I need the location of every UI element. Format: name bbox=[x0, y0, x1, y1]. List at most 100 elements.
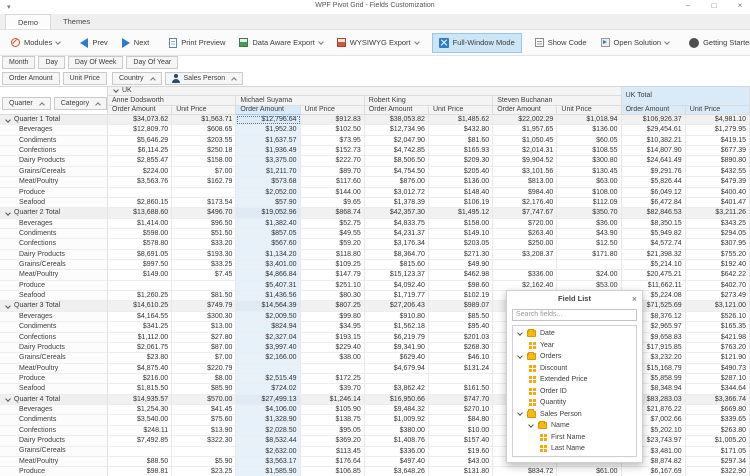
pivot-cell[interactable]: $807.25 bbox=[301, 301, 365, 311]
pivot-cell[interactable]: $165.93 bbox=[429, 146, 493, 156]
pivot-cell[interactable]: $21,398.32 bbox=[622, 250, 686, 260]
pivot-cell[interactable] bbox=[108, 188, 172, 198]
row-header-quarter-1-total[interactable]: Quarter 1 Total bbox=[0, 115, 108, 125]
row-header-quarter-4-total[interactable]: Quarter 4 Total bbox=[0, 395, 108, 405]
pivot-cell[interactable]: $868.74 bbox=[301, 208, 365, 218]
pivot-cell[interactable]: $287.10 bbox=[686, 374, 750, 384]
group-header-uk-total[interactable]: UK Total bbox=[622, 87, 750, 106]
pivot-cell[interactable]: $3,401.00 bbox=[236, 260, 300, 270]
row-header-meat-poultry[interactable]: Meat/Poultry bbox=[0, 457, 108, 467]
pivot-cell[interactable]: $152.73 bbox=[301, 146, 365, 156]
pivot-cell[interactable]: $336.00 bbox=[493, 270, 557, 280]
pivot-cell[interactable]: $158.00 bbox=[172, 156, 236, 166]
tree-node-quantity[interactable]: Quantity bbox=[513, 397, 636, 409]
pivot-cell[interactable]: $1,436.56 bbox=[236, 291, 300, 301]
pivot-cell[interactable]: $105.90 bbox=[301, 405, 365, 415]
pivot-cell[interactable]: $192.40 bbox=[686, 260, 750, 270]
pivot-cell[interactable]: $4,742.85 bbox=[365, 146, 429, 156]
pivot-cell[interactable]: $642.22 bbox=[686, 270, 750, 280]
pivot-cell[interactable]: $341.25 bbox=[108, 322, 172, 332]
pivot-cell[interactable]: $3,012.72 bbox=[365, 188, 429, 198]
pivot-cell[interactable]: $890.80 bbox=[686, 156, 750, 166]
measure-header-unit-price[interactable]: Unit Price bbox=[172, 106, 236, 115]
pivot-cell[interactable]: $121.90 bbox=[686, 353, 750, 363]
row-header-dairy-products[interactable]: Dairy Products bbox=[0, 343, 108, 353]
pivot-cell[interactable]: $16,950.66 bbox=[365, 395, 429, 405]
pivot-cell[interactable]: $402.70 bbox=[686, 281, 750, 291]
data-field-order-amount[interactable]: Order Amount bbox=[2, 72, 60, 85]
pivot-cell[interactable]: $136.00 bbox=[557, 125, 621, 135]
pivot-cell[interactable]: $9.65 bbox=[301, 198, 365, 208]
pivot-cell[interactable]: $567.60 bbox=[236, 239, 300, 249]
row-header-produce[interactable]: Produce bbox=[0, 374, 108, 384]
pivot-cell[interactable] bbox=[301, 364, 365, 374]
row-header-produce[interactable]: Produce bbox=[0, 467, 108, 476]
pivot-cell[interactable]: $131.24 bbox=[429, 364, 493, 374]
person-header-michael-suyama[interactable]: Michael Suyama bbox=[236, 96, 364, 106]
pivot-cell[interactable]: $224.00 bbox=[108, 167, 172, 177]
pivot-cell[interactable]: $4,754.50 bbox=[365, 167, 429, 177]
pivot-cell[interactable]: $96.50 bbox=[172, 219, 236, 229]
pivot-cell[interactable]: $8,532.44 bbox=[236, 436, 300, 446]
tree-node-last-name[interactable]: Last Name bbox=[513, 443, 636, 455]
pivot-cell[interactable]: $3,997.40 bbox=[236, 343, 300, 353]
pivot-cell[interactable]: $5.90 bbox=[172, 457, 236, 467]
data-field-unit-price[interactable]: Unit Price bbox=[63, 72, 107, 85]
pivot-cell[interactable]: $229.40 bbox=[301, 343, 365, 353]
row-header-dairy-products[interactable]: Dairy Products bbox=[0, 436, 108, 446]
pivot-cell[interactable]: $6,219.79 bbox=[365, 333, 429, 343]
pivot-cell[interactable]: $3,208.37 bbox=[493, 250, 557, 260]
pivot-cell[interactable]: $4,572.74 bbox=[622, 239, 686, 249]
pivot-cell[interactable]: $209.30 bbox=[429, 156, 493, 166]
pivot-cell[interactable]: $4,164.55 bbox=[108, 312, 172, 322]
pivot-cell[interactable]: $3,563.17 bbox=[236, 457, 300, 467]
pivot-cell[interactable]: $9,341.90 bbox=[365, 343, 429, 353]
pivot-cell[interactable]: $307.95 bbox=[686, 239, 750, 249]
pivot-cell[interactable]: $14,610.25 bbox=[108, 301, 172, 311]
pivot-cell[interactable]: $912.83 bbox=[301, 115, 365, 125]
pivot-cell[interactable]: $8,691.05 bbox=[108, 250, 172, 260]
column-field-country[interactable]: Country bbox=[112, 72, 162, 85]
pivot-cell[interactable]: $336.00 bbox=[365, 447, 429, 457]
pivot-cell[interactable]: $109.25 bbox=[301, 260, 365, 270]
pivot-cell[interactable]: $343.25 bbox=[686, 219, 750, 229]
pivot-cell[interactable]: $419.15 bbox=[686, 136, 750, 146]
row-header-seafood[interactable]: Seafood bbox=[0, 198, 108, 208]
pivot-cell[interactable]: $24.00 bbox=[557, 270, 621, 280]
pivot-cell[interactable]: $14,807.90 bbox=[622, 146, 686, 156]
pivot-cell[interactable]: $176.64 bbox=[301, 457, 365, 467]
pivot-cell[interactable]: $720.00 bbox=[493, 219, 557, 229]
pivot-cell[interactable]: $52.75 bbox=[301, 219, 365, 229]
measure-header-unit-price[interactable]: Unit Price bbox=[557, 106, 621, 115]
pivot-cell[interactable]: $216.00 bbox=[108, 374, 172, 384]
person-header-robert-king[interactable]: Robert King bbox=[365, 96, 493, 106]
close-icon[interactable]: × bbox=[632, 293, 637, 305]
pivot-cell[interactable]: $1,112.00 bbox=[108, 333, 172, 343]
pivot-cell[interactable]: $8,350.15 bbox=[622, 219, 686, 229]
pivot-cell[interactable]: $8,506.50 bbox=[365, 156, 429, 166]
toolbar-button-next[interactable]: Next bbox=[115, 33, 156, 53]
row-header-confections[interactable]: Confections bbox=[0, 239, 108, 249]
pivot-cell[interactable]: $997.50 bbox=[108, 260, 172, 270]
pivot-cell[interactable]: $43.00 bbox=[429, 457, 493, 467]
pivot-cell[interactable]: $1,562.18 bbox=[365, 322, 429, 332]
toolbar-button-modules[interactable]: Modules bbox=[4, 33, 67, 53]
measure-header-unit-price[interactable]: Unit Price bbox=[429, 106, 493, 115]
pivot-cell[interactable]: $749.79 bbox=[172, 301, 236, 311]
row-header-grains-cereals[interactable]: Grains/Cereals bbox=[0, 353, 108, 363]
pivot-cell[interactable]: $263.40 bbox=[493, 229, 557, 239]
tab-themes[interactable]: Themes bbox=[51, 14, 102, 29]
pivot-cell[interactable] bbox=[365, 374, 429, 384]
pivot-cell[interactable]: $10,382.21 bbox=[622, 136, 686, 146]
pivot-cell[interactable]: $1,495.12 bbox=[429, 208, 493, 218]
tree-node-first-name[interactable]: First Name bbox=[513, 432, 636, 444]
pivot-cell[interactable]: $13.00 bbox=[172, 322, 236, 332]
measure-header-order-amount[interactable]: Order Amount bbox=[493, 106, 557, 115]
pivot-cell[interactable]: $23.25 bbox=[172, 467, 236, 476]
pivot-cell[interactable]: $1,485.62 bbox=[429, 115, 493, 125]
pivot-cell[interactable]: $7.00 bbox=[172, 353, 236, 363]
row-header-condiments[interactable]: Condiments bbox=[0, 415, 108, 425]
pivot-cell[interactable]: $2,052.00 bbox=[236, 188, 300, 198]
tree-node-date[interactable]: Date bbox=[513, 328, 636, 340]
filter-field-month[interactable]: Month bbox=[2, 56, 35, 69]
